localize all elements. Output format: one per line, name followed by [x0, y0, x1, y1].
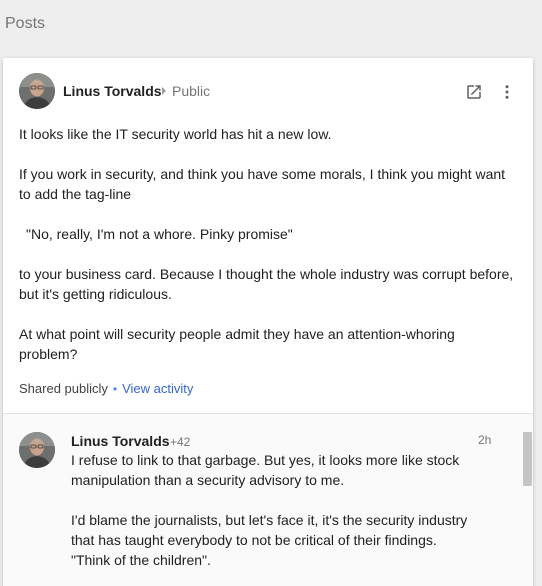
post-paragraph-quote: "No, really, I'm not a whore. Pinky prom… [26, 226, 293, 242]
post-body: It looks like the IT security world has … [19, 124, 517, 384]
chevron-right-icon [162, 87, 166, 95]
post-paragraph: If you work in security, and think you h… [19, 166, 506, 202]
shared-label: Shared publicly [19, 381, 108, 396]
comment-author-name[interactable]: Linus Torvalds [71, 433, 170, 449]
shared-row: Shared publicly • View activity [19, 381, 193, 396]
comment-text: I refuse to link to that garbage. But ye… [71, 450, 471, 586]
comments-section: Linus Torvalds +42 2h I refuse to link t… [3, 414, 533, 586]
comment-paragraph: I refuse to link to that garbage. But ye… [71, 452, 460, 488]
author-avatar[interactable] [19, 73, 55, 109]
comment-timestamp: 2h [478, 433, 492, 447]
open-in-new-icon[interactable] [465, 83, 483, 101]
post-header: Linus Torvalds Public [3, 58, 533, 124]
post-card: Linus Torvalds Public It looks like the … [3, 58, 533, 586]
avatar-image [19, 432, 55, 468]
comment-author-avatar[interactable] [19, 432, 55, 468]
comment-paragraph: I'd blame the journalists, but let's fac… [71, 512, 468, 568]
more-vert-icon[interactable] [498, 83, 516, 101]
post-paragraph: to your business card. Because I thought… [19, 266, 514, 302]
post-paragraph: At what point will security people admit… [19, 326, 455, 362]
view-activity-link[interactable]: View activity [122, 381, 193, 396]
post-author-name[interactable]: Linus Torvalds [63, 83, 162, 99]
section-title: Posts [5, 15, 46, 32]
plus-one-count[interactable]: +42 [170, 435, 190, 449]
separator-dot: • [112, 382, 118, 396]
avatar-image [19, 73, 55, 109]
comments-scrollbar-thumb[interactable] [523, 432, 532, 486]
post-visibility[interactable]: Public [172, 83, 210, 99]
post-paragraph: It looks like the IT security world has … [19, 126, 332, 142]
